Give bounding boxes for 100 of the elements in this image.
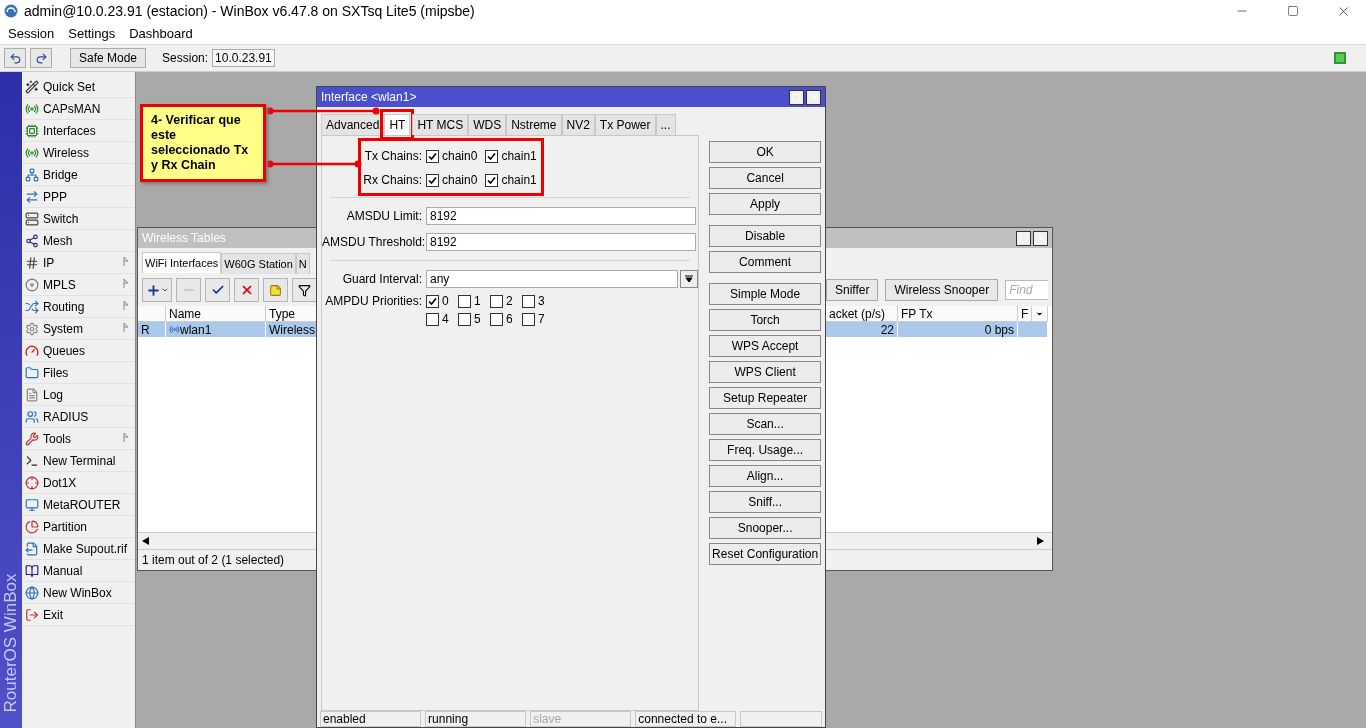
checkbox[interactable]	[426, 149, 439, 163]
globe-icon	[25, 585, 39, 600]
sniffer-button[interactable]: Sniffer	[826, 279, 879, 301]
checkbox[interactable]	[522, 294, 535, 308]
sidebar-item[interactable]: Make Supout.rif	[43, 541, 128, 556]
tab[interactable]: WDS	[468, 114, 507, 135]
dialog-button[interactable]: Cancel	[709, 167, 821, 189]
tab[interactable]: HT MCS	[412, 114, 469, 135]
sidebar-item[interactable]: Tools	[43, 431, 71, 446]
sidebar-item[interactable]: Mesh	[43, 233, 73, 248]
checkbox[interactable]	[522, 312, 535, 326]
checkbox[interactable]	[458, 294, 471, 308]
tab[interactable]: W60G Station	[221, 253, 296, 274]
enable-button[interactable]	[205, 278, 230, 302]
sidebar-item[interactable]: Quick Set	[43, 79, 96, 94]
find-field[interactable]: Find	[1005, 280, 1048, 300]
checkbox-label: 1	[474, 294, 481, 308]
safe-mode-button[interactable]: Safe Mode	[70, 48, 147, 68]
dialog-button[interactable]: Freq. Usage...	[709, 439, 821, 461]
checkbox[interactable]	[485, 149, 499, 163]
dialog-button[interactable]: Simple Mode	[709, 283, 821, 305]
wireless-snooper-button[interactable]: Wireless Snooper	[885, 279, 999, 301]
sidebar-item[interactable]: PPP	[43, 189, 67, 204]
sidebar-item[interactable]: New Terminal	[43, 453, 116, 468]
dialog-button[interactable]: Torch	[709, 309, 821, 331]
disable-button[interactable]	[234, 278, 259, 302]
column-header[interactable]: Name	[166, 306, 266, 322]
checkbox[interactable]	[426, 294, 439, 308]
dialog-button[interactable]: Snooper...	[709, 517, 821, 539]
status-text: 1 item out of 2 (1 selected)	[142, 553, 285, 567]
dropdown-icon	[685, 275, 693, 283]
sidebar-item[interactable]: MPLS	[43, 277, 76, 292]
column-header[interactable]: F	[1018, 306, 1032, 322]
sidebar-item[interactable]: Switch	[43, 211, 79, 226]
checkbox[interactable]	[426, 173, 439, 187]
column-header[interactable]: acket (p/s)	[826, 306, 898, 322]
column-header[interactable]: FP Tx	[898, 306, 1018, 322]
dialog-button[interactable]: Scan...	[709, 413, 821, 435]
menu-item[interactable]: Settings	[68, 25, 116, 41]
sidebar-item[interactable]: RADIUS	[43, 409, 89, 424]
sidebar-item[interactable]: Partition	[43, 519, 88, 534]
undo-button[interactable]	[4, 48, 26, 68]
app-logo-icon	[4, 4, 18, 18]
sidebar-item[interactable]: New WinBox	[43, 585, 112, 600]
dialog-button[interactable]: WPS Client	[709, 361, 821, 383]
tab[interactable]: HT	[384, 114, 411, 135]
sidebar-item[interactable]: Manual	[43, 563, 83, 578]
dialog-button[interactable]: OK	[709, 141, 821, 163]
close-button[interactable]	[806, 89, 821, 105]
dialog-button[interactable]: Disable	[709, 225, 821, 247]
tab[interactable]: NV2	[561, 114, 595, 135]
dialog-button[interactable]: WPS Accept	[709, 335, 821, 357]
sidebar-item[interactable]: Wireless	[43, 145, 89, 160]
maximize-button[interactable]	[789, 89, 804, 105]
checkbox[interactable]	[485, 173, 499, 187]
sidebar-item[interactable]: MetaROUTER	[43, 497, 121, 512]
sidebar-item[interactable]: Exit	[43, 607, 63, 622]
session-field[interactable]: 10.0.23.91	[212, 49, 275, 67]
tab[interactable]: ...	[655, 114, 676, 135]
dropdown-button[interactable]	[680, 270, 698, 288]
checkbox[interactable]	[490, 312, 503, 326]
checkbox[interactable]	[426, 312, 439, 326]
input-field[interactable]: 8192	[426, 207, 696, 225]
column-header[interactable]: Type	[266, 306, 317, 322]
redo-button[interactable]	[30, 48, 52, 68]
dialog-button[interactable]: Sniff...	[709, 491, 821, 513]
close-button[interactable]	[1033, 230, 1048, 246]
maximize-button[interactable]	[1016, 230, 1031, 246]
scroll-left-icon[interactable]	[142, 537, 149, 545]
tab[interactable]: Nstreme	[506, 114, 562, 135]
scroll-right-icon[interactable]	[1037, 537, 1044, 545]
maximize-icon[interactable]	[1286, 5, 1299, 17]
sidebar-item[interactable]: Dot1X	[43, 475, 77, 490]
sidebar-item[interactable]: Interfaces	[43, 123, 96, 138]
cell-text: wlan1	[180, 322, 212, 337]
menu-item[interactable]: Dashboard	[129, 25, 193, 41]
checkbox[interactable]	[490, 294, 503, 308]
dialog-button[interactable]: Apply	[709, 193, 821, 215]
tab[interactable]: Advanced	[321, 114, 385, 135]
dialog-button[interactable]: Reset Configuration	[709, 543, 821, 565]
checkbox[interactable]	[458, 312, 471, 326]
input-field[interactable]: 8192	[426, 233, 696, 251]
sidebar-item[interactable]: Bridge	[43, 167, 78, 182]
sidebar-item[interactable]: System	[43, 321, 83, 336]
add-button[interactable]	[142, 278, 172, 302]
field-label: Rx Chains:	[362, 173, 423, 187]
dropdown-field[interactable]: any	[426, 270, 678, 288]
sidebar-item[interactable]: Files	[43, 365, 69, 380]
dialog-button[interactable]: Align...	[709, 465, 821, 487]
menu-item[interactable]: Session	[8, 25, 55, 41]
sidebar-item[interactable]: CAPsMAN	[43, 101, 101, 116]
tab[interactable]: WiFi Interfaces	[142, 252, 222, 273]
dialog-button[interactable]: Setup Repeater	[709, 387, 821, 409]
sidebar-item[interactable]: IP	[43, 255, 55, 270]
filter-button[interactable]	[292, 278, 317, 302]
dialog-button[interactable]: Comment	[709, 251, 821, 273]
tab[interactable]: Tx Power	[594, 114, 656, 135]
sidebar-item[interactable]: Routing	[43, 299, 85, 314]
sidebar-item[interactable]: Queues	[43, 343, 86, 358]
sidebar-item[interactable]: Log	[43, 387, 64, 402]
